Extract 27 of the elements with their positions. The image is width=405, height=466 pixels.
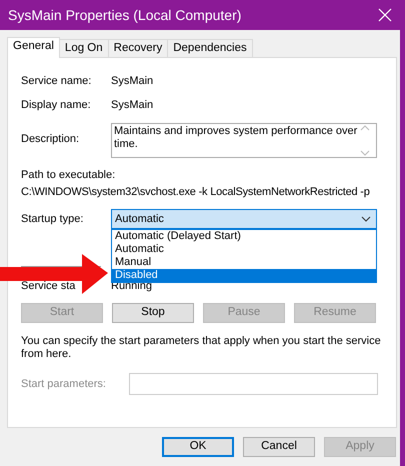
dropdown-option[interactable]: Automatic [112,243,376,256]
tab[interactable]: General [7,37,60,58]
field-label: Display name: [21,98,92,113]
field-label: Service name: [21,74,92,89]
service-button[interactable]: Stop [112,303,194,324]
dropdown-option[interactable]: Manual [112,256,376,270]
hint-text: You can specify the start parameters that apply when you start the service from here. [21,335,382,362]
chevron-down-icon [361,216,371,222]
scroll-down-icon[interactable] [360,150,370,156]
field-label: Service sta [21,279,76,294]
dialog-button[interactable]: Cancel [243,437,315,457]
window-title: SysMain Properties (Local Computer) [8,6,242,24]
field-value: SysMain [111,98,154,113]
path-label: Path to executable: [21,168,116,183]
tab[interactable]: Dependencies [167,39,253,57]
field-label: Description: [21,132,80,147]
field-label: Start parameters: [21,376,107,392]
dropdown-option[interactable]: Automatic (Delayed Start) [112,230,376,244]
field-label: Startup type: [21,212,84,227]
close-icon [378,8,392,22]
description-text: Maintains and improves system performance over time. [114,124,358,152]
field-value: SysMain [111,74,154,89]
dialog-button[interactable]: OK [162,437,234,457]
path-value: C:\WINDOWS\system32\svchost.exe -k LocalSystemNetworkRestricted -p [21,184,371,200]
scroll-up-icon[interactable] [360,124,370,131]
dropdown-option[interactable]: Disabled [112,269,376,282]
startup-type-dropdown[interactable]: Automatic [111,209,377,230]
